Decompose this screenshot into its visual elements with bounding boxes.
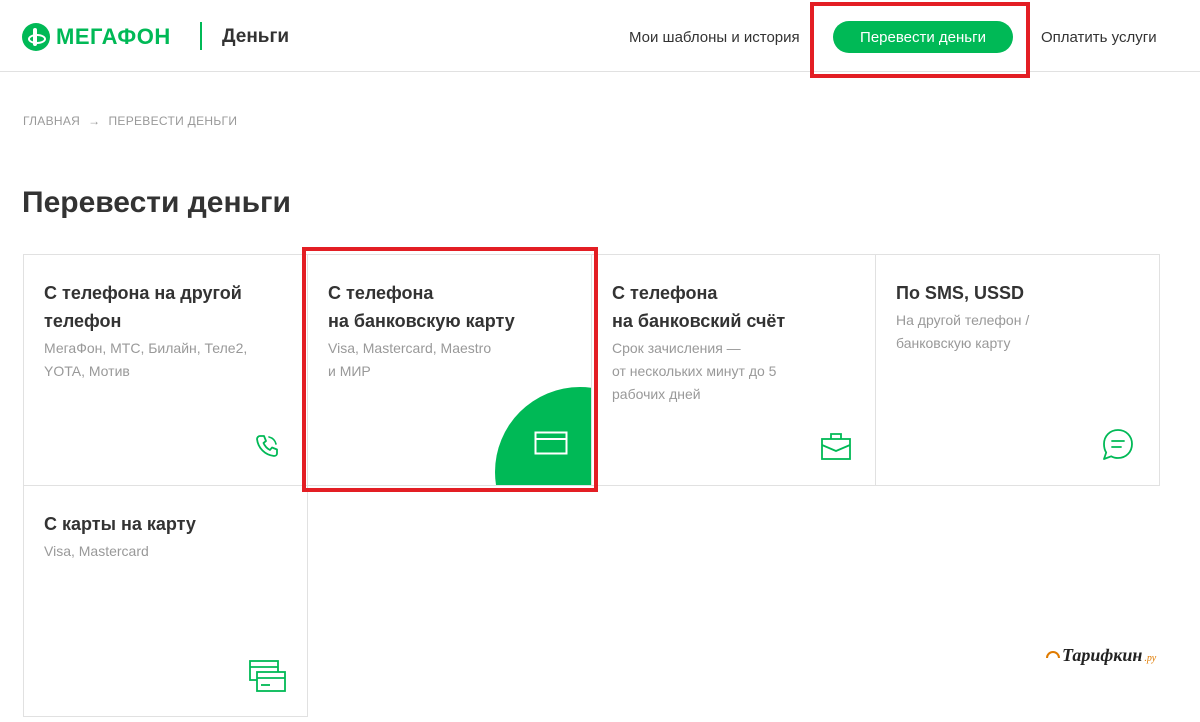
card-title: С телефона на банковский счёт xyxy=(612,283,786,331)
breadcrumb-home-link[interactable]: ГЛАВНАЯ xyxy=(23,114,80,128)
card-title: С телефона на другой телефон xyxy=(44,283,242,331)
nav-pay-services-link[interactable]: Оплатить услуги xyxy=(1041,29,1157,46)
watermark-sun-icon xyxy=(1046,651,1060,659)
nav-templates-history-link[interactable]: Мои шаблоны и история xyxy=(629,29,800,46)
card-phone-to-phone[interactable]: С телефона на другой телефон МегаФон, МТ… xyxy=(23,254,308,486)
card-title: С карты на карту xyxy=(44,514,196,534)
briefcase-icon xyxy=(821,433,851,460)
megafon-logo-icon xyxy=(22,23,50,51)
breadcrumb-current: ПЕРЕВЕСТИ ДЕНЬГИ xyxy=(108,114,238,128)
watermark-text: Тарифкин xyxy=(1062,645,1143,665)
breadcrumb: ГЛАВНАЯ → ПЕРЕВЕСТИ ДЕНЬГИ xyxy=(23,114,237,128)
card-subtitle: Visa, Mastercard xyxy=(44,543,149,559)
tarifkin-watermark: Тарифкин .ру xyxy=(1046,645,1156,666)
watermark-suffix: .ру xyxy=(1144,653,1157,664)
card-subtitle: Срок зачисления — от нескольких минут до… xyxy=(612,340,777,402)
card-phone-to-bank-account[interactable]: С телефона на банковский счёт Срок зачис… xyxy=(591,254,876,486)
logo-text: МЕГАФОН xyxy=(56,24,171,49)
phone-icon xyxy=(256,435,278,457)
highlight-frame-nav xyxy=(810,2,1030,78)
logo-divider xyxy=(200,22,202,50)
page-title: Перевести деньги xyxy=(22,186,291,219)
card-subtitle: На другой телефон / банковскую карту xyxy=(896,312,1030,351)
two-cards-icon xyxy=(249,660,286,692)
chat-bubble-icon xyxy=(1103,429,1133,460)
breadcrumb-arrow-icon: → xyxy=(88,114,101,128)
highlight-frame-card xyxy=(302,247,598,492)
card-title: По SMS, USSD xyxy=(896,283,1024,303)
card-sms-ussd[interactable]: По SMS, USSD На другой телефон / банковс… xyxy=(875,254,1160,486)
section-title[interactable]: Деньги xyxy=(222,26,289,48)
card-card-to-card[interactable]: С карты на карту Visa, Mastercard xyxy=(23,485,308,717)
card-subtitle: МегаФон, МТС, Билайн, Теле2, YOTA, Мотив xyxy=(44,340,248,379)
megafon-logo[interactable]: МЕГАФОН xyxy=(22,22,171,52)
